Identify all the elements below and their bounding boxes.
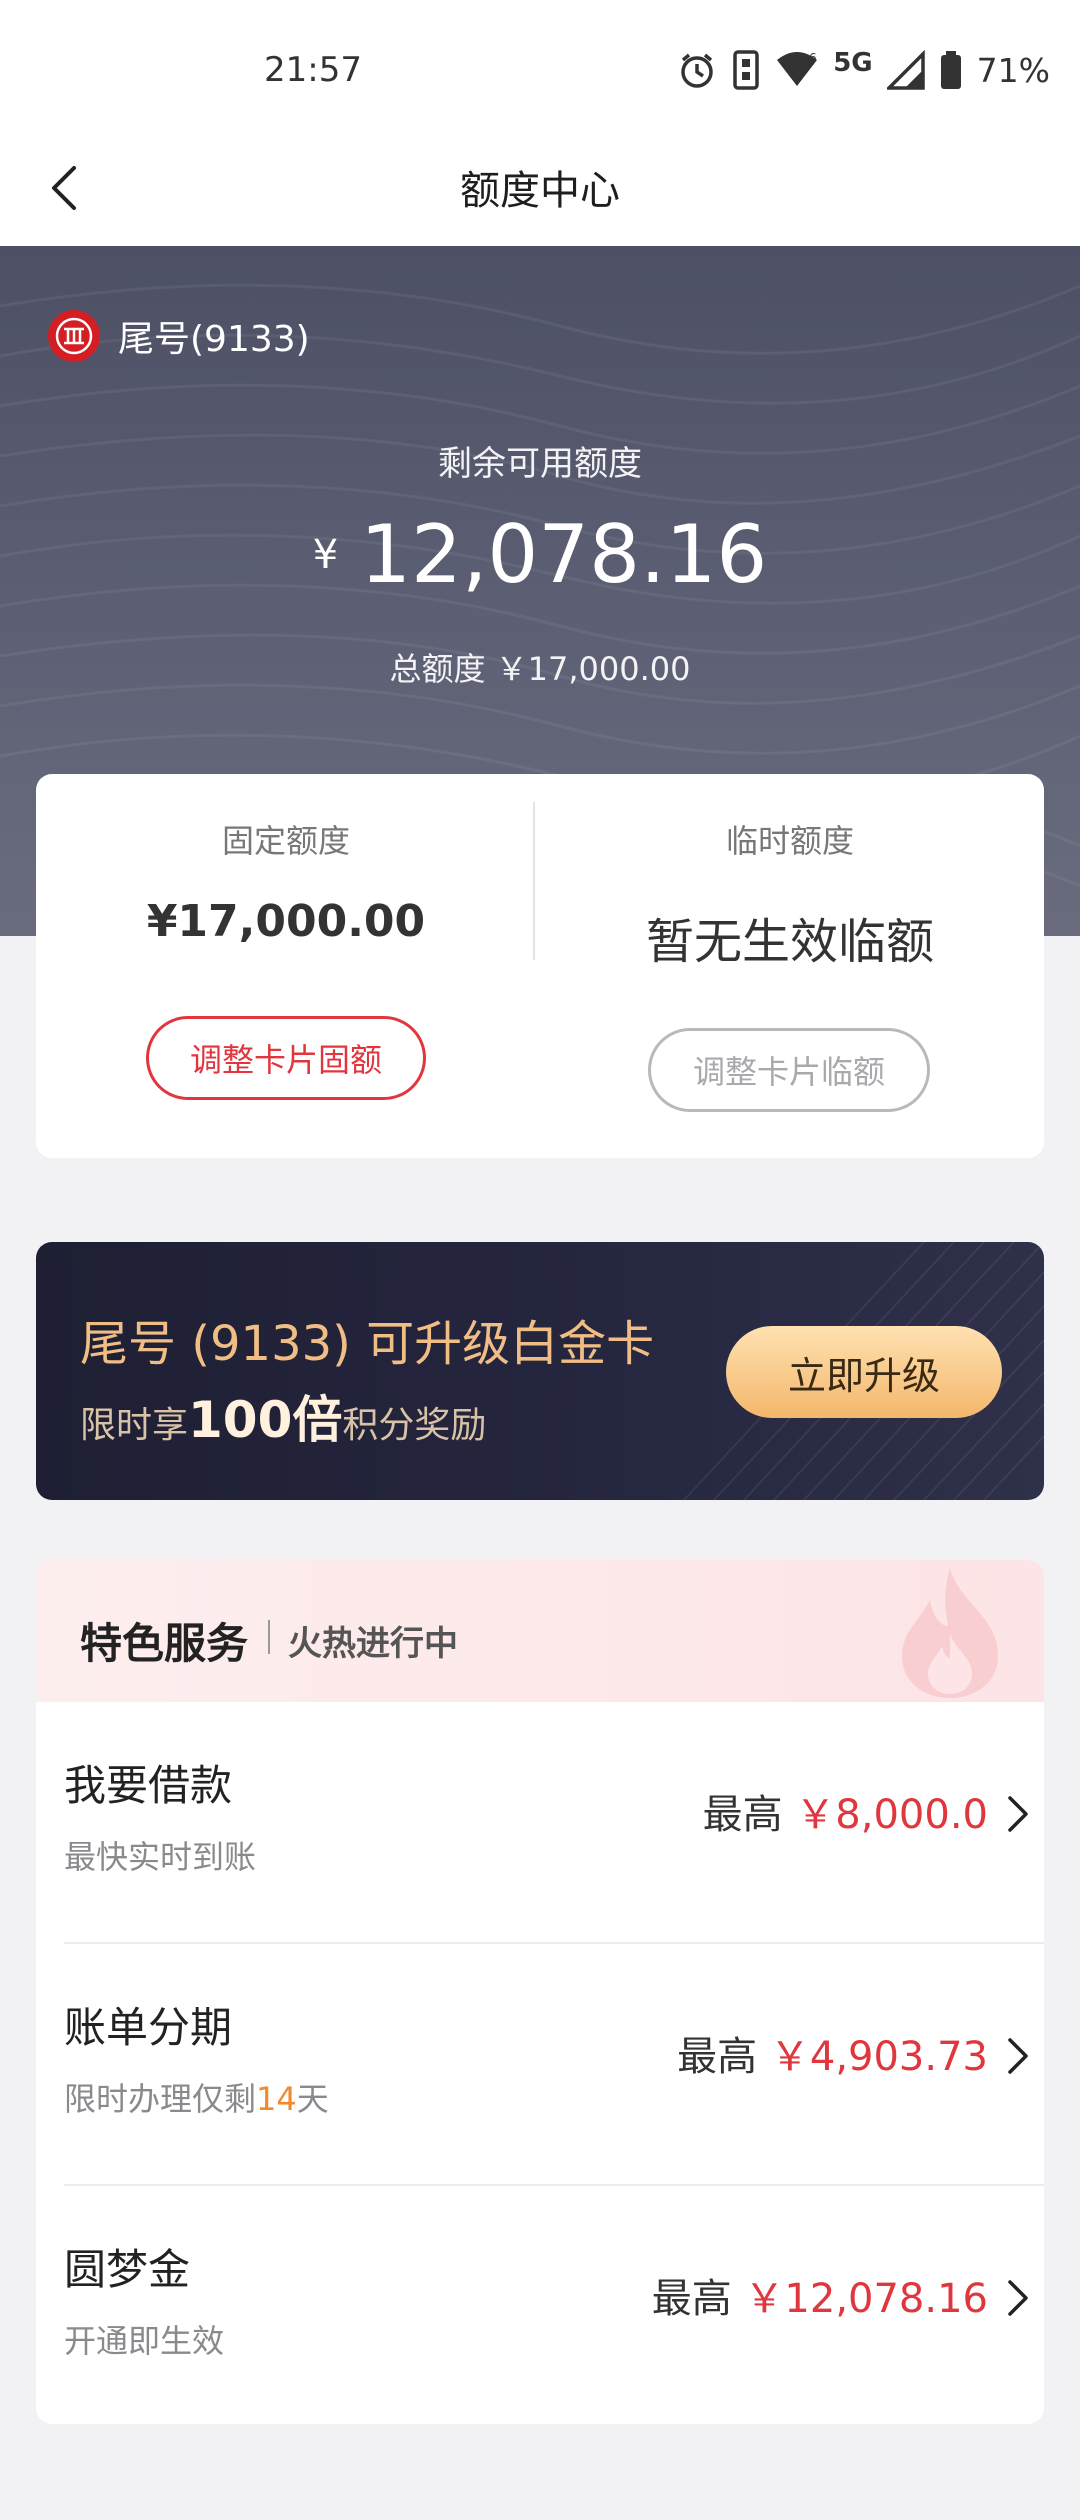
service-amount: 最高 ￥12,078.16 <box>652 2266 988 2324</box>
chevron-right-icon <box>1008 2038 1028 2074</box>
desc-suffix: 天 <box>296 2080 329 2118</box>
bank-logo-icon <box>48 310 100 362</box>
temp-quota-label: 临时额度 <box>725 822 854 860</box>
quota-card: 固定额度 ¥17,000.00 调整卡片固额 临时额度 暂无生效临额 调整卡片临… <box>36 774 1044 1158</box>
services-title: 特色服务 <box>80 1619 249 1668</box>
service-desc: 限时办理仅剩14天 <box>64 2074 329 2120</box>
service-row-dream-fund[interactable]: 圆梦金 开通即生效 最高 ￥12,078.16 <box>36 2186 1044 2424</box>
service-amount: 最高 ￥8,000.0 <box>703 1782 988 1840</box>
currency-symbol: ¥ <box>312 531 339 578</box>
services-header-divider <box>268 1620 270 1654</box>
service-desc: 开通即生效 <box>64 2322 225 2360</box>
upgrade-banner[interactable]: 尾号 (9133) 可升级白金卡 限时享100倍积分奖励 立即升级 <box>36 1242 1044 1500</box>
fixed-quota-label: 固定额度 <box>221 822 350 860</box>
upgrade-sub-multiplier: 100倍 <box>188 1391 343 1449</box>
alarm-icon <box>677 50 717 90</box>
status-icons: 6 5G 71% <box>677 48 1050 92</box>
card-tail-label: 尾号(9133) <box>118 319 310 360</box>
amount-value: ￥4,903.73 <box>769 2034 988 2080</box>
service-row-loan[interactable]: 我要借款 最快实时到账 最高 ￥8,000.0 <box>36 1702 1044 1944</box>
available-credit-amount: ¥12,078.16 <box>0 508 1080 601</box>
services-subtitle: 火热进行中 <box>288 1624 458 1664</box>
service-title: 账单分期 <box>64 2003 233 2052</box>
amount-prefix: 最高 <box>702 1792 783 1838</box>
adjust-temp-quota-button[interactable]: 调整卡片临额 <box>648 1028 930 1112</box>
desc-days-highlight: 14 <box>256 2080 297 2118</box>
available-credit-label: 剩余可用额度 <box>438 444 642 484</box>
fixed-quota-column: 固定额度 ¥17,000.00 调整卡片固额 <box>36 774 536 1158</box>
service-amount: 最高 ￥4,903.73 <box>677 2024 988 2082</box>
featured-services: 特色服务 火热进行中 我要借款 最快实时到账 最高 ￥8,000.0 账单分期 … <box>36 1560 1044 2424</box>
service-title: 我要借款 <box>64 1761 233 1810</box>
upgrade-title: 尾号 (9133) 可升级白金卡 <box>80 1316 655 1372</box>
chevron-right-icon <box>1008 1796 1028 1832</box>
amount-prefix: 最高 <box>651 2276 732 2322</box>
upgrade-subtitle: 限时享100倍积分奖励 <box>80 1380 486 1452</box>
service-row-installment[interactable]: 账单分期 限时办理仅剩14天 最高 ￥4,903.73 <box>36 1944 1044 2186</box>
upgrade-sub-suffix: 积分奖励 <box>342 1405 487 1446</box>
battery-percent: 71% <box>976 50 1050 90</box>
amount-value: ￥12,078.16 <box>744 2276 988 2322</box>
wifi-icon: 6 <box>775 50 819 90</box>
service-desc: 最快实时到账 <box>64 1838 257 1876</box>
upgrade-sub-prefix: 限时享 <box>80 1405 189 1446</box>
nav-bar: 额度中心 <box>0 130 1080 246</box>
signal-icon <box>886 50 925 90</box>
fixed-quota-value: ¥17,000.00 <box>146 896 426 947</box>
amount-prefix: 最高 <box>677 2034 758 2080</box>
page-title: 额度中心 <box>460 168 620 214</box>
quota-divider <box>533 802 535 960</box>
temp-quota-column: 临时额度 暂无生效临额 调整卡片临额 <box>540 774 1040 1158</box>
chevron-right-icon <box>1008 2280 1028 2316</box>
service-title: 圆梦金 <box>64 2245 191 2294</box>
amount-value: ￥8,000.0 <box>795 1792 988 1838</box>
network-type: 5G <box>833 48 873 78</box>
upgrade-now-button[interactable]: 立即升级 <box>726 1326 1002 1418</box>
desc-prefix: 限时办理仅剩 <box>64 2080 257 2118</box>
adjust-fixed-quota-button[interactable]: 调整卡片固额 <box>146 1016 426 1100</box>
vibrate-icon <box>731 50 761 90</box>
flame-icon <box>902 1568 998 1698</box>
card-identifier: 尾号(9133) <box>48 310 310 362</box>
battery-icon <box>939 50 963 90</box>
status-time: 21:57 <box>264 50 362 90</box>
temp-quota-value: 暂无生效临额 <box>645 914 934 970</box>
svg-text:6: 6 <box>809 51 817 65</box>
total-credit-line: 总额度 ￥17,000.00 <box>389 650 691 688</box>
services-header: 特色服务 火热进行中 <box>36 1560 1044 1702</box>
available-amount-value: 12,078.16 <box>360 508 768 601</box>
status-bar: 21:57 6 5G 71% <box>0 0 1080 145</box>
